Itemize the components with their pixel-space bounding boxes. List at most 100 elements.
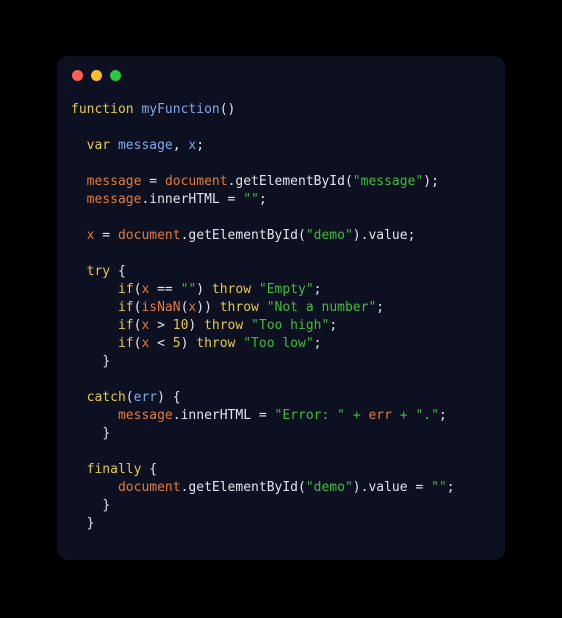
code-token-punct: () (219, 102, 236, 117)
code-token-punct: ). (352, 228, 369, 243)
code-token-punct: , (172, 138, 189, 153)
code-token-prop: innerHTML (149, 192, 220, 207)
code-token-prop: value (368, 228, 408, 243)
code-token-kw: if (117, 336, 134, 351)
code-token-kw: function (71, 102, 134, 117)
code-token-punct: ; (438, 408, 447, 423)
code-line: message.innerHTML = ""; (71, 191, 491, 209)
code-token-str: "Too low" (243, 336, 314, 351)
code-token-str: "Error: " (274, 408, 345, 423)
minimize-dot[interactable] (91, 70, 102, 81)
code-token-kw: if (117, 300, 134, 315)
code-token-punct: )) (196, 300, 220, 315)
code-block: function myFunction() var message, x; me… (57, 101, 505, 533)
code-token-kw: try (86, 264, 111, 279)
close-dot[interactable] (72, 70, 83, 81)
code-token-punct: { (141, 462, 158, 477)
code-token-punct: ; (446, 480, 455, 495)
code-token-kw: throw (196, 336, 236, 351)
window-controls (72, 70, 121, 81)
code-token-num: 5 (172, 336, 181, 351)
code-token-var: document (117, 228, 181, 243)
code-token-var: document (117, 480, 181, 495)
code-token-punct: ) (188, 318, 205, 333)
code-token-param: err (133, 390, 158, 405)
maximize-dot[interactable] (110, 70, 121, 81)
code-line: catch(err) { (71, 389, 491, 407)
code-line: message = document.getElementById("messa… (71, 173, 491, 191)
code-line: if(x > 10) throw "Too high"; (71, 317, 491, 335)
code-token-str: "" (180, 282, 197, 297)
code-token-punct: } (86, 516, 95, 531)
code-token-punct: } (102, 354, 111, 369)
code-token-kw: throw (211, 282, 252, 297)
code-token-var: document (164, 174, 228, 189)
code-token-op: = (141, 174, 165, 189)
code-token-var: message (117, 408, 173, 423)
code-token-opstr: + (391, 408, 416, 423)
code-line: } (71, 497, 491, 515)
screenshot-root: function myFunction() var message, x; me… (0, 0, 562, 618)
code-token-punct: } (102, 498, 111, 513)
code-token-punct: ; (258, 192, 267, 207)
code-token-str: "demo" (305, 228, 353, 243)
code-line: } (71, 515, 491, 533)
code-token-punct: ( (298, 228, 306, 243)
code-token-op: = (219, 192, 244, 207)
code-token-fn: myFunction (141, 102, 220, 117)
code-line: finally { (71, 461, 491, 479)
code-token-kw: catch (86, 390, 126, 405)
code-line: try { (71, 263, 491, 281)
code-token-str: "demo" (305, 480, 353, 495)
code-token-prop: getElementById (188, 228, 298, 243)
code-token-var: message (86, 174, 142, 189)
code-token-punct: ; (196, 138, 205, 153)
code-line: } (71, 353, 491, 371)
code-token-punct: ; (313, 282, 322, 297)
code-token-op: == (149, 282, 181, 297)
code-token-kw: var (86, 138, 111, 153)
code-token-prop: value (368, 480, 408, 495)
code-token-str: "" (431, 480, 447, 495)
code-token-kw: if (117, 318, 134, 333)
code-token-kw: if (117, 282, 134, 297)
code-token-op: = (407, 480, 432, 495)
code-token-op: > (149, 318, 173, 333)
code-token-punct: { (110, 264, 126, 279)
code-token-punct: . (172, 408, 181, 423)
code-token-punct: ; (407, 228, 416, 243)
code-token-kw: finally (86, 462, 142, 477)
code-token-str: "." (415, 408, 439, 423)
code-token-punct: ; (313, 336, 322, 351)
code-token-punct: ); (423, 174, 439, 189)
code-token-op: < (149, 336, 173, 351)
code-token-str: "Empty" (258, 282, 314, 297)
code-token-str: "Not a number" (266, 300, 377, 315)
code-token-punct: ; (376, 300, 385, 315)
code-token-var: isNaN (141, 300, 181, 315)
code-token-punct: ) (196, 282, 212, 297)
code-token-punct: ). (352, 480, 369, 495)
